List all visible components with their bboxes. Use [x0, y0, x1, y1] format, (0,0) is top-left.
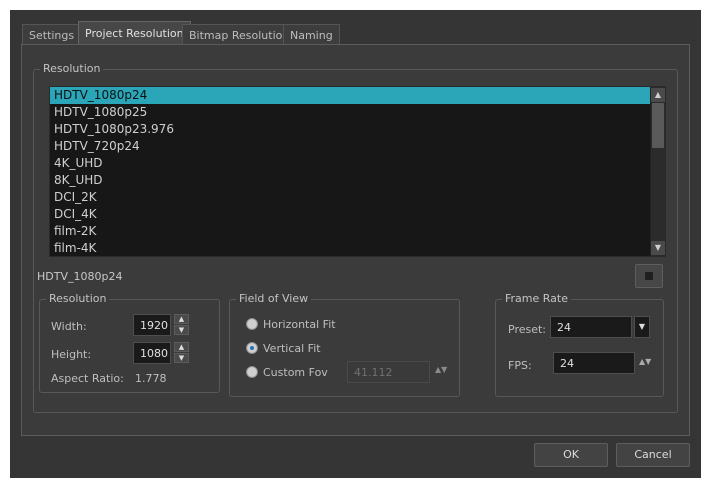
- dimensions-group-title: Resolution: [46, 292, 110, 305]
- aspect-ratio-label: Aspect Ratio:: [51, 372, 124, 385]
- list-item[interactable]: HDTV_720p24: [50, 138, 665, 155]
- list-item[interactable]: DCI_2K: [50, 189, 665, 206]
- chevron-down-icon[interactable]: ▼: [634, 316, 650, 338]
- width-input[interactable]: 1920: [133, 314, 171, 336]
- stop-icon: [645, 272, 653, 280]
- vertical-fit-label: Vertical Fit: [263, 342, 321, 355]
- tab-settings[interactable]: Settings: [22, 24, 82, 45]
- tab-bitmap-resolution[interactable]: Bitmap Resolution: [182, 24, 297, 45]
- field-of-view-group: Field of View Horizontal Fit Vertical Fi…: [229, 292, 460, 397]
- fps-label: FPS:: [508, 359, 532, 372]
- custom-fov-radio[interactable]: [246, 366, 258, 378]
- scrollbar-thumb[interactable]: [652, 103, 664, 148]
- frame-rate-group-title: Frame Rate: [502, 292, 571, 305]
- preset-select[interactable]: 24: [550, 316, 632, 338]
- selected-resolution-name: HDTV_1080p24: [37, 270, 123, 283]
- cancel-button[interactable]: Cancel: [616, 443, 690, 467]
- height-input[interactable]: 1080: [133, 342, 171, 364]
- list-item[interactable]: HDTV_1080p23.976: [50, 121, 665, 138]
- list-scrollbar[interactable]: ▲ ▼: [650, 87, 665, 256]
- scroll-up-icon[interactable]: ▲: [651, 88, 665, 102]
- ok-button[interactable]: OK: [534, 443, 608, 467]
- tab-naming[interactable]: Naming: [283, 24, 340, 45]
- fps-input[interactable]: 24: [553, 352, 635, 374]
- fps-stepper-icon[interactable]: ▲▼: [639, 357, 651, 366]
- dimensions-group: Resolution Width: 1920 ▲ ▼ Height: 1080 …: [39, 292, 220, 393]
- custom-fov-input[interactable]: 41.112: [347, 361, 430, 383]
- aspect-ratio-value: 1.778: [135, 372, 167, 385]
- frame-rate-group: Frame Rate Preset: 24 ▼ FPS: 24 ▲▼: [495, 292, 664, 397]
- list-item[interactable]: DCI_4K: [50, 206, 665, 223]
- decrement-icon[interactable]: ▼: [174, 353, 189, 363]
- scroll-down-icon[interactable]: ▼: [651, 241, 665, 255]
- height-label: Height:: [51, 348, 92, 361]
- list-item[interactable]: 8K_UHD: [50, 172, 665, 189]
- horizontal-fit-label: Horizontal Fit: [263, 318, 336, 331]
- horizontal-fit-radio[interactable]: [246, 318, 258, 330]
- vertical-fit-radio[interactable]: [246, 342, 258, 354]
- tab-project-resolution[interactable]: Project Resolution: [78, 21, 191, 45]
- resolution-group: Resolution HDTV_1080p24 HDTV_1080p25 HDT…: [33, 62, 678, 413]
- resolution-list[interactable]: HDTV_1080p24 HDTV_1080p25 HDTV_1080p23.9…: [49, 86, 666, 257]
- tab-content-panel: Resolution HDTV_1080p24 HDTV_1080p25 HDT…: [21, 44, 690, 436]
- stop-button[interactable]: [635, 264, 663, 288]
- decrement-icon[interactable]: ▼: [174, 325, 189, 335]
- custom-fov-label: Custom Fov: [263, 366, 328, 379]
- increment-icon[interactable]: ▲: [174, 342, 189, 352]
- resolution-group-title: Resolution: [40, 62, 104, 75]
- list-item[interactable]: film-2K: [50, 223, 665, 240]
- width-label: Width:: [51, 320, 87, 333]
- list-item[interactable]: HDTV_1080p24: [50, 87, 665, 104]
- increment-icon[interactable]: ▲: [174, 314, 189, 324]
- list-item[interactable]: HDTV_1080p25: [50, 104, 665, 121]
- custom-fov-stepper-icon[interactable]: ▲▼: [435, 365, 447, 374]
- list-item[interactable]: film-4K: [50, 240, 665, 256]
- preset-label: Preset:: [508, 323, 547, 336]
- field-of-view-group-title: Field of View: [236, 292, 312, 305]
- height-stepper[interactable]: ▲ ▼: [174, 342, 189, 364]
- project-resolution-dialog: Settings Project Resolution Bitmap Resol…: [10, 10, 701, 478]
- width-stepper[interactable]: ▲ ▼: [174, 314, 189, 336]
- list-item[interactable]: 4K_UHD: [50, 155, 665, 172]
